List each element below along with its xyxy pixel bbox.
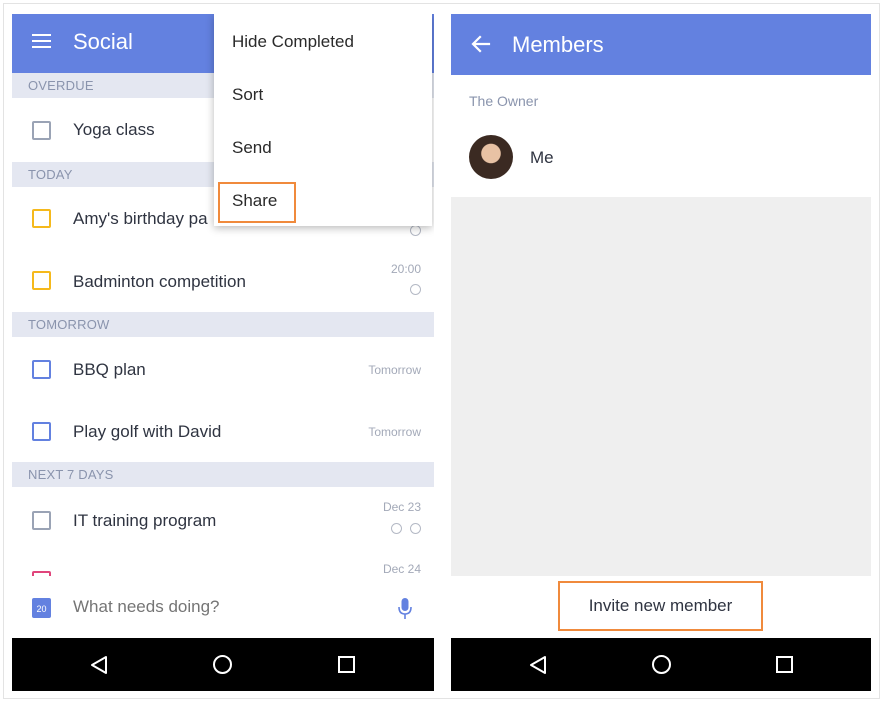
system-nav-bar (451, 638, 871, 691)
microphone-icon[interactable] (398, 598, 412, 620)
app-bar: Members (451, 14, 871, 75)
nav-recents-icon[interactable] (776, 656, 793, 673)
menu-item-send[interactable]: Send (232, 138, 272, 158)
page-title: Members (512, 32, 604, 57)
calendar-icon[interactable]: 20 (32, 598, 51, 618)
task-title: BBQ plan (73, 360, 146, 379)
menu-item-hide-completed[interactable]: Hide Completed (232, 32, 354, 52)
invite-bar: Invite new member (451, 576, 871, 638)
overflow-menu: Hide Completed Sort Send Share (214, 14, 432, 226)
task-checkbox[interactable] (32, 209, 51, 228)
task-checkbox[interactable] (32, 360, 51, 379)
share-highlight-box (218, 182, 296, 223)
nav-back-icon[interactable] (529, 655, 547, 675)
avatar (469, 135, 513, 179)
task-row[interactable]: Dec 24 (12, 549, 434, 576)
task-due-date: Tomorrow (368, 363, 421, 377)
task-checkbox[interactable] (32, 121, 51, 140)
invite-new-member-button[interactable]: Invite new member (558, 581, 763, 631)
alarm-icon (410, 284, 421, 295)
task-title: Play golf with David (73, 422, 222, 441)
member-name: Me (530, 148, 554, 167)
members-screen: Members The Owner Me Invite new member (451, 14, 871, 691)
task-checkbox[interactable] (32, 271, 51, 290)
task-title: IT training program (73, 511, 217, 530)
alarm-icon (391, 523, 402, 534)
quick-add-bar: 20 (12, 576, 434, 638)
owner-section-label: The Owner (469, 93, 539, 109)
repeat-icon (410, 523, 421, 534)
nav-back-icon[interactable] (90, 655, 108, 675)
section-header-next-7-days: NEXT 7 DAYS (12, 462, 434, 487)
task-title: Badminton competition (73, 272, 246, 291)
task-row[interactable]: Play golf with David Tomorrow (12, 399, 434, 461)
task-due-date: Tomorrow (368, 425, 421, 439)
owner-card: The Owner Me (451, 75, 871, 197)
quick-add-input[interactable] (73, 597, 373, 617)
list-title: Social (73, 29, 133, 54)
task-due-date: Dec 24 (382, 562, 421, 576)
back-arrow-icon[interactable] (471, 34, 491, 54)
task-row[interactable]: BBQ plan Tomorrow (12, 337, 434, 399)
nav-home-icon[interactable] (213, 655, 232, 674)
task-row[interactable]: IT training program Dec 23 (12, 487, 434, 549)
hamburger-icon[interactable] (32, 34, 51, 48)
nav-home-icon[interactable] (652, 655, 671, 674)
tasks-screen: Social OVERDUE Yoga class TODAY Amy's bi… (12, 14, 434, 691)
task-checkbox[interactable] (32, 511, 51, 530)
menu-item-sort[interactable]: Sort (232, 85, 263, 105)
system-nav-bar (12, 638, 434, 691)
task-due-date: Dec 23 (382, 500, 421, 514)
task-checkbox[interactable] (32, 422, 51, 441)
alarm-icon (410, 225, 421, 236)
section-header-tomorrow: TOMORROW (12, 312, 434, 337)
task-due-time: 20:00 (390, 262, 421, 276)
task-title: Yoga class (73, 120, 155, 139)
task-title: Amy's birthday pa (73, 209, 208, 228)
task-row[interactable]: Badminton competition 20:00 (12, 250, 434, 312)
nav-recents-icon[interactable] (338, 656, 355, 673)
